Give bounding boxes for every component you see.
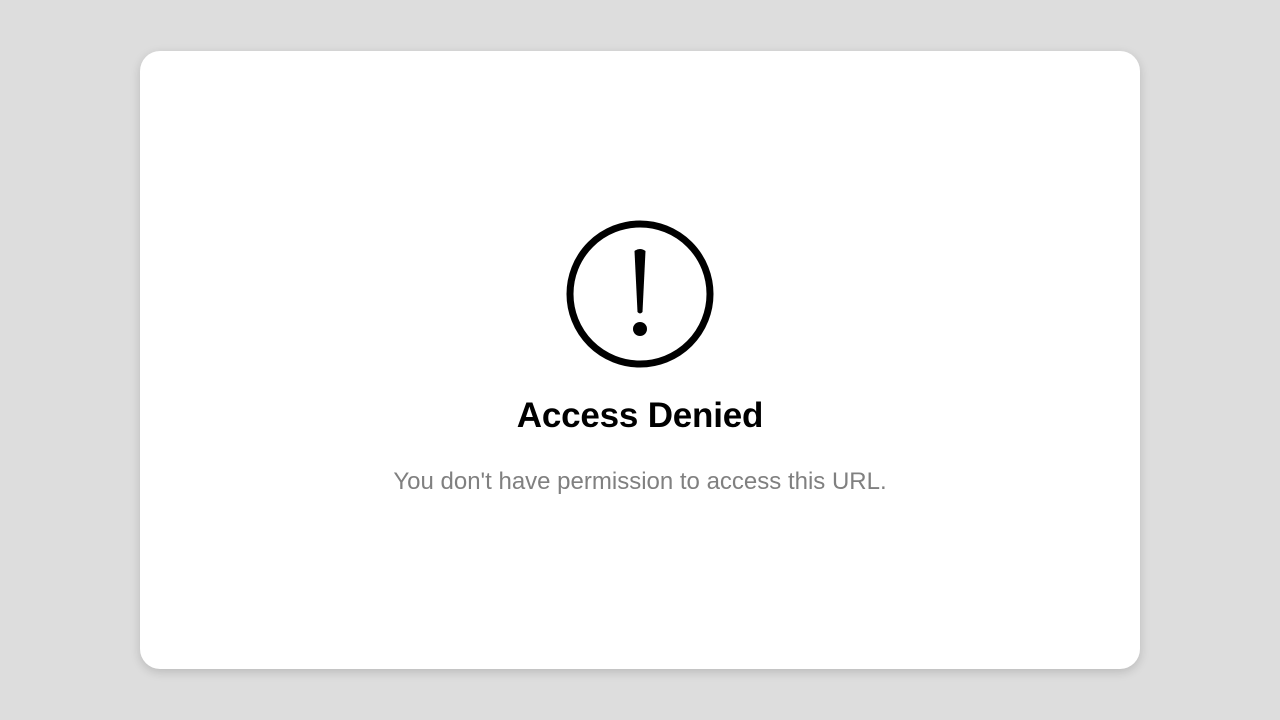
- error-message: You don't have permission to access this…: [393, 468, 887, 495]
- page-title: Access Denied: [516, 396, 764, 435]
- exclamation-circle-icon: [565, 219, 715, 369]
- access-denied-card: Access Denied You don't have permission …: [140, 51, 1140, 669]
